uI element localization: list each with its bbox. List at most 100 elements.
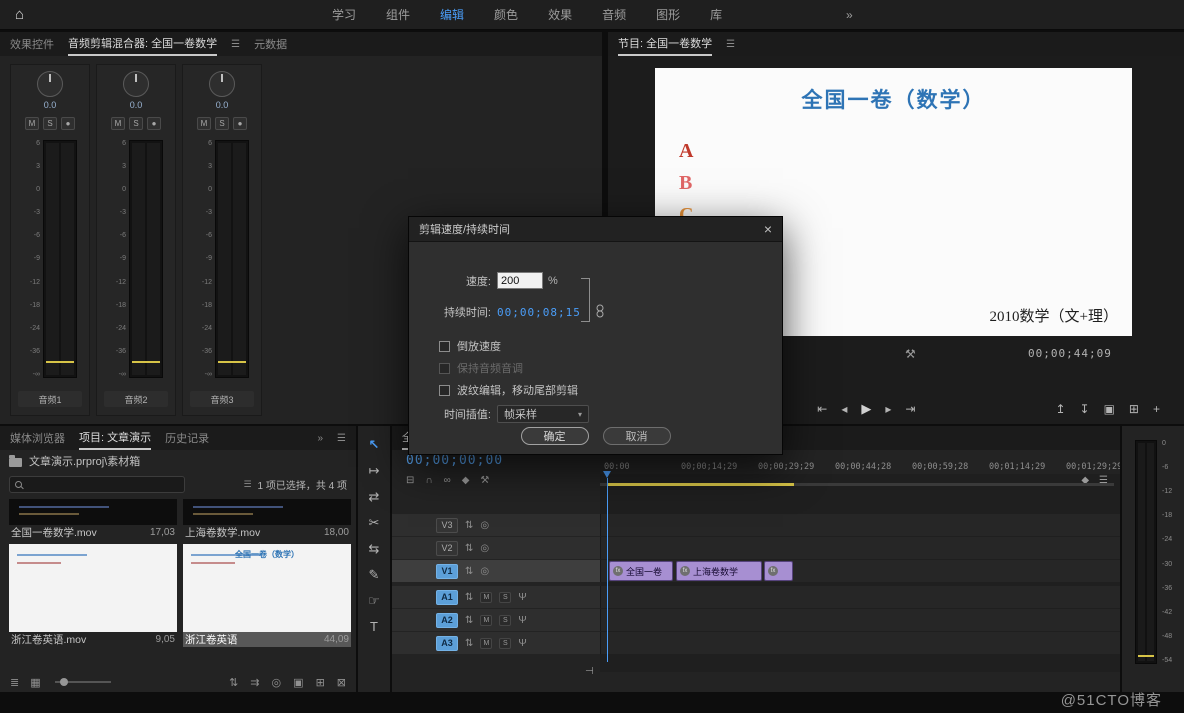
button-editor-icon[interactable]: + [1153, 402, 1160, 416]
pan-knob[interactable] [123, 71, 149, 97]
timeline-settings-icon[interactable]: ⚒ [480, 475, 489, 486]
sync-lock-icon[interactable]: ⇅ [465, 520, 473, 531]
lift-icon[interactable]: ↥ [1055, 402, 1065, 416]
search-input[interactable] [27, 479, 179, 490]
icon-view-icon[interactable]: ▦ [30, 676, 40, 689]
project-item-selected[interactable]: 全国一卷（数学） 浙江卷英语 44,09 [183, 544, 351, 647]
workspace-tab-color[interactable]: 颜色 [494, 6, 518, 23]
track-lane-a2[interactable] [600, 609, 1120, 631]
ripple-edit-tool-icon[interactable]: ⇄ [364, 488, 384, 505]
search-box[interactable] [9, 476, 185, 493]
mute-button[interactable]: M [111, 117, 125, 130]
timeline-clip-2[interactable]: fx 上海卷数学 [676, 561, 762, 581]
volume-fader[interactable]: 630-3-6-9-12-18-24-36-∞ [109, 140, 163, 378]
fader-level-indicator[interactable] [46, 361, 74, 363]
panel-menu-icon[interactable]: ☰ [337, 433, 346, 444]
automate-to-sequence-icon[interactable]: ⇉ [250, 676, 259, 689]
checkbox-box[interactable] [439, 341, 450, 352]
workspace-tab-audio[interactable]: 音频 [602, 6, 626, 23]
track-solo-button[interactable]: S [499, 615, 511, 626]
tab-history[interactable]: 历史记录 [165, 426, 209, 450]
speed-input[interactable] [497, 272, 543, 289]
write-keyframes-button[interactable]: ● [147, 117, 161, 130]
item-thumbnail[interactable] [9, 499, 177, 525]
solo-button[interactable]: S [215, 117, 229, 130]
fader-level-indicator[interactable] [132, 361, 160, 363]
item-thumbnail[interactable] [183, 499, 351, 525]
play-icon[interactable]: ▶ [861, 401, 871, 417]
sync-lock-icon[interactable]: ⇅ [465, 638, 473, 649]
track-mute-button[interactable]: M [480, 615, 492, 626]
step-forward-icon[interactable]: ▸ [885, 402, 891, 416]
go-to-out-icon[interactable]: ⇥ [905, 402, 915, 416]
track-target-v2[interactable]: V2 [436, 541, 458, 556]
tab-metadata[interactable]: 元数据 [254, 32, 287, 56]
linked-selection-icon[interactable]: ∞ [444, 475, 451, 486]
selection-tool-icon[interactable]: ↖ [364, 436, 384, 453]
volume-fader[interactable]: 630-3-6-9-12-18-24-36-∞ [195, 140, 249, 378]
step-back-icon[interactable]: ◂ [841, 402, 847, 416]
tab-media-browser[interactable]: 媒体浏览器 [10, 426, 65, 450]
ripple-edit-checkbox[interactable]: 波纹编辑，移动尾部剪辑 [439, 382, 578, 398]
track-lane-a1[interactable] [600, 586, 1120, 608]
pan-value[interactable]: 0.0 [130, 100, 143, 110]
track-visibility-icon[interactable]: ◎ [480, 543, 489, 554]
workspace-tab-editing[interactable]: 编辑 [440, 6, 464, 23]
current-timecode[interactable]: 00;00;00;00 [406, 453, 503, 468]
tab-effect-controls[interactable]: 效果控件 [10, 32, 54, 56]
workspace-tab-libraries[interactable]: 库 [710, 6, 722, 23]
workspace-tab-learning[interactable]: 学习 [332, 6, 356, 23]
item-thumbnail[interactable]: 全国一卷（数学） [183, 544, 351, 632]
new-bin-icon[interactable]: ▣ [293, 676, 303, 689]
thumbnail-zoom-slider[interactable] [55, 681, 111, 683]
time-interpolation-dropdown[interactable]: 帧采样 ▾ [497, 405, 589, 423]
nest-icon[interactable]: ⊟ [406, 475, 414, 486]
pan-value[interactable]: 0.0 [44, 100, 57, 110]
track-target-a2[interactable]: A2 [436, 613, 458, 628]
close-icon[interactable]: × [764, 221, 772, 237]
track-height-toggle-icon[interactable]: ⊣ [585, 666, 594, 677]
sync-lock-icon[interactable]: ⇅ [465, 592, 473, 603]
extract-icon[interactable]: ↧ [1080, 402, 1090, 416]
write-keyframes-button[interactable]: ● [233, 117, 247, 130]
checkbox-box[interactable] [439, 385, 450, 396]
track-lane-a3[interactable] [600, 632, 1120, 654]
workspace-overflow-icon[interactable]: » [846, 8, 853, 22]
track-visibility-icon[interactable]: ◎ [480, 566, 489, 577]
workspace-tab-graphics[interactable]: 图形 [656, 6, 680, 23]
solo-button[interactable]: S [129, 117, 143, 130]
sync-lock-icon[interactable]: ⇅ [465, 543, 473, 554]
playhead[interactable] [607, 478, 608, 662]
new-item-icon[interactable]: ⊞ [316, 676, 325, 689]
gang-link-icon[interactable] [595, 304, 605, 318]
timeline-clip-3[interactable]: fx [764, 561, 793, 581]
type-tool-icon[interactable]: T [364, 618, 384, 635]
mute-button[interactable]: M [25, 117, 39, 130]
duration-value[interactable]: 00;00;08;15 [497, 306, 581, 319]
mute-button[interactable]: M [197, 117, 211, 130]
track-target-a3[interactable]: A3 [436, 636, 458, 651]
workspace-tab-assembly[interactable]: 组件 [386, 6, 410, 23]
filter-bin-icon[interactable]: ☰ [243, 479, 251, 490]
panel-menu-icon[interactable]: ☰ [726, 39, 735, 50]
sort-icons-icon[interactable]: ⇅ [229, 676, 238, 689]
sync-lock-icon[interactable]: ⇅ [465, 615, 473, 626]
volume-fader[interactable]: 630-3-6-9-12-18-24-36-∞ [23, 140, 77, 378]
sync-lock-icon[interactable]: ⇅ [465, 566, 473, 577]
project-item[interactable]: 上海卷数学.mov 18,00 [183, 499, 351, 540]
go-to-in-icon[interactable]: ⇤ [817, 402, 827, 416]
bin-breadcrumb[interactable]: 文章演示.prproj\素材箱 [0, 450, 356, 472]
pan-value[interactable]: 0.0 [216, 100, 229, 110]
track-mute-button[interactable]: M [480, 638, 492, 649]
track-mute-button[interactable]: M [480, 592, 492, 603]
track-solo-button[interactable]: S [499, 592, 511, 603]
pan-knob[interactable] [37, 71, 63, 97]
track-lane-v3[interactable] [600, 514, 1120, 536]
voiceover-record-icon[interactable]: Ψ [518, 615, 526, 626]
work-area-bar[interactable] [608, 483, 794, 486]
delete-icon[interactable]: ⊠ [337, 676, 346, 689]
track-visibility-icon[interactable]: ◎ [480, 520, 489, 531]
workspace-tab-effects[interactable]: 效果 [548, 6, 572, 23]
work-area-track[interactable] [600, 483, 1114, 486]
track-lane-v2[interactable] [600, 537, 1120, 559]
